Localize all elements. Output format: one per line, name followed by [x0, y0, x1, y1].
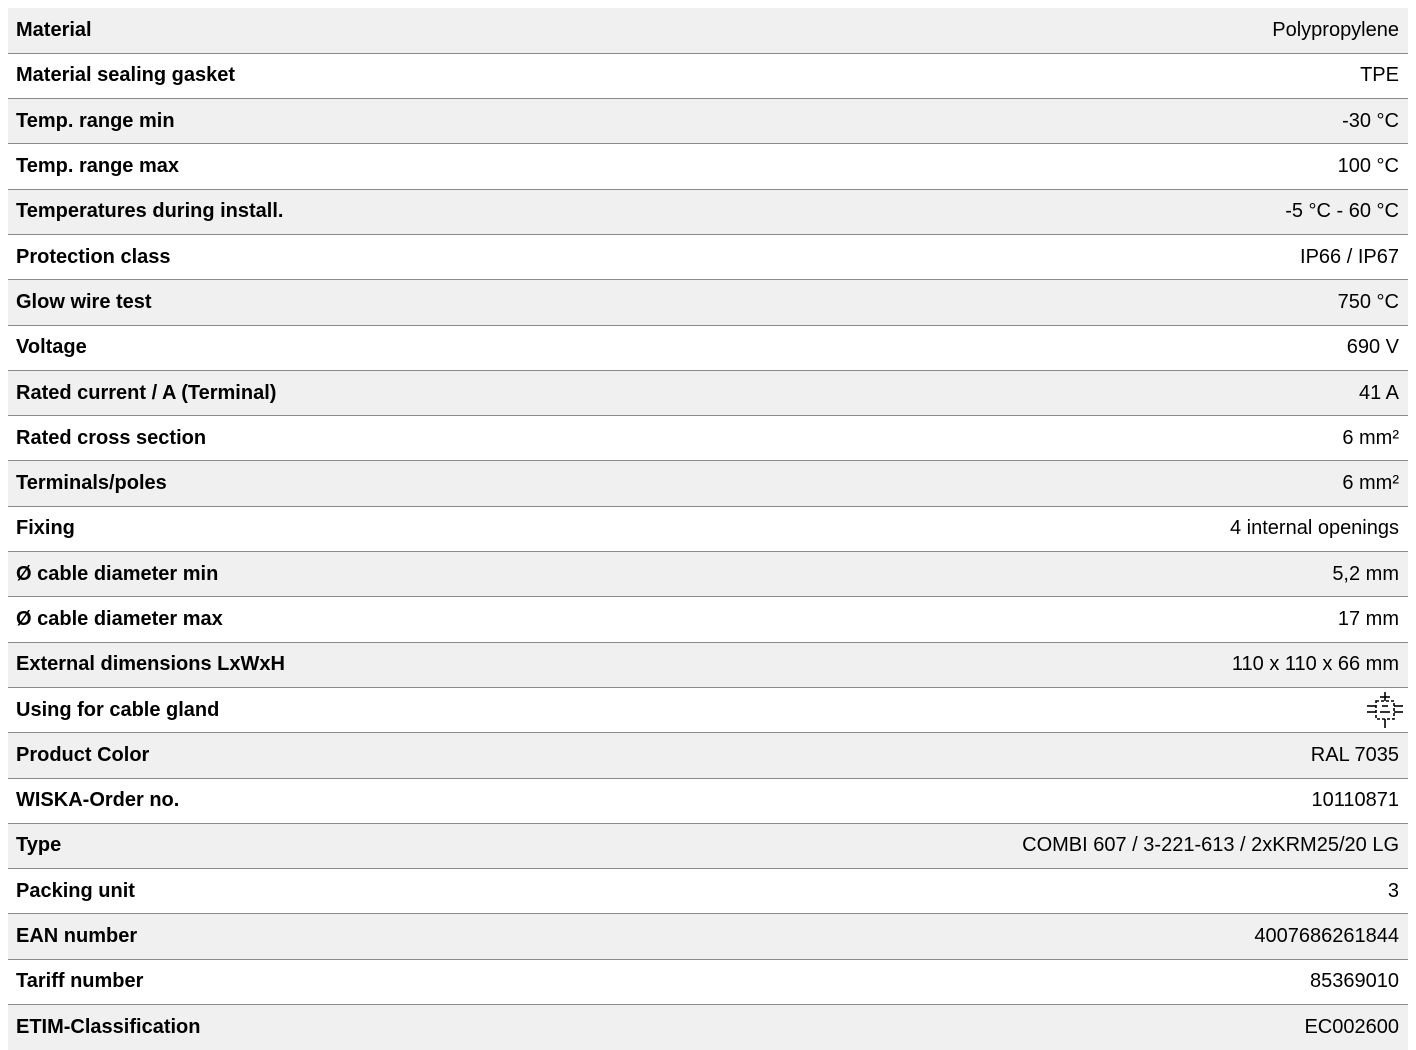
- spec-value: 85369010: [595, 958, 1408, 1005]
- spec-value: 4 internal openings: [595, 505, 1408, 552]
- spec-label: Using for cable gland: [8, 686, 596, 733]
- spec-label: Temp. range min: [8, 98, 596, 144]
- spec-value: 41 A: [595, 369, 1408, 416]
- spec-label: Fixing: [8, 505, 596, 552]
- spec-row-terminals-poles: Terminals/poles 6 mm²: [8, 460, 1408, 507]
- spec-value: TPE: [595, 52, 1408, 99]
- spec-row-cable-diameter-max: Ø cable diameter max 17 mm: [8, 596, 1408, 643]
- spec-label: Protection class: [8, 233, 596, 280]
- spec-label: Voltage: [8, 324, 596, 371]
- spec-value: 690 V: [595, 324, 1408, 371]
- spec-row-rated-current: Rated current / A (Terminal) 41 A: [8, 369, 1408, 416]
- spec-label: Material: [16, 18, 92, 41]
- spec-row-temp-range-min: Temp. range min -30 °C: [8, 98, 1408, 144]
- spec-label: Tariff number: [8, 958, 596, 1005]
- spec-row-cable-diameter-min: Ø cable diameter min 5,2 mm: [8, 551, 1408, 597]
- spec-label: Temp. range max: [8, 143, 596, 190]
- spec-label: Ø cable diameter max: [8, 596, 596, 643]
- spec-value: 750 °C: [595, 279, 1408, 326]
- spec-label: Glow wire test: [8, 279, 596, 326]
- spec-label: WISKA-Order no.: [8, 777, 596, 824]
- spec-row-etim-classification: ETIM-Classification EC002600: [8, 1004, 1408, 1050]
- spec-label: Packing unit: [8, 868, 596, 914]
- spec-value: COMBI 607 / 3-221-613 / 2xKRM25/20 LG: [595, 822, 1408, 869]
- spec-value: 10110871: [595, 777, 1408, 824]
- spec-table-body: Material Polypropylene Material sealing …: [8, 8, 1408, 1050]
- spec-table: Material Polypropylene Material sealing …: [8, 8, 1408, 1050]
- spec-label: Rated current / A (Terminal): [8, 369, 596, 416]
- spec-row-tariff-number: Tariff number 85369010: [8, 958, 1408, 1005]
- spec-value: Polypropylene: [1272, 18, 1399, 41]
- spec-label: Rated cross section: [8, 415, 596, 461]
- spec-row-voltage: Voltage 690 V: [8, 324, 1408, 371]
- spec-row-glow-wire-test: Glow wire test 750 °C: [8, 279, 1408, 326]
- spec-value: -30 °C: [595, 98, 1408, 144]
- spec-label: External dimensions LxWxH: [8, 641, 596, 688]
- cable-gland-box-icon: [1367, 692, 1403, 729]
- spec-row-install-temperatures: Temperatures during install. -5 °C - 60 …: [8, 188, 1408, 235]
- spec-row-temp-range-max: Temp. range max 100 °C: [8, 143, 1408, 190]
- spec-row-protection-class: Protection class IP66 / IP67: [8, 233, 1408, 280]
- spec-value: [595, 686, 1408, 733]
- spec-label: ETIM-Classification: [8, 1004, 596, 1050]
- spec-value: -5 °C - 60 °C: [595, 188, 1408, 235]
- spec-row-order-number: WISKA-Order no. 10110871: [8, 777, 1408, 824]
- spec-label: Material sealing gasket: [8, 52, 596, 99]
- spec-row-cable-gland-usage: Using for cable gland: [8, 686, 1408, 733]
- spec-row-type: Type COMBI 607 / 3-221-613 / 2xKRM25/20 …: [8, 822, 1408, 869]
- spec-value: IP66 / IP67: [595, 233, 1408, 280]
- spec-row-external-dimensions: External dimensions LxWxH 110 x 110 x 66…: [8, 641, 1408, 688]
- spec-row-packing-unit: Packing unit 3: [8, 868, 1408, 914]
- spec-value: 3: [595, 868, 1408, 914]
- spec-label: Terminals/poles: [8, 460, 596, 507]
- spec-row-rated-cross-section: Rated cross section 6 mm²: [8, 415, 1408, 461]
- spec-label: Ø cable diameter min: [8, 551, 596, 597]
- spec-row-product-color: Product Color RAL 7035: [8, 732, 1408, 779]
- spec-row-material: Material Polypropylene: [8, 8, 1408, 54]
- spec-label: EAN number: [8, 913, 596, 960]
- spec-row-fixing: Fixing 4 internal openings: [8, 505, 1408, 552]
- spec-value: 6 mm²: [595, 460, 1408, 507]
- spec-label: Temperatures during install.: [8, 188, 596, 235]
- spec-value: 4007686261844: [595, 913, 1408, 960]
- spec-value: EC002600: [595, 1004, 1408, 1050]
- spec-value: RAL 7035: [595, 732, 1408, 779]
- spec-value: 17 mm: [595, 596, 1408, 643]
- spec-value: 6 mm²: [595, 415, 1408, 461]
- spec-value: 110 x 110 x 66 mm: [595, 641, 1408, 688]
- spec-value: 100 °C: [595, 143, 1408, 190]
- spec-label: Type: [8, 822, 596, 869]
- spec-row-material-sealing-gasket: Material sealing gasket TPE: [8, 52, 1408, 99]
- spec-value: 5,2 mm: [595, 551, 1408, 597]
- spec-row-ean-number: EAN number 4007686261844: [8, 913, 1408, 960]
- spec-label: Product Color: [8, 732, 596, 779]
